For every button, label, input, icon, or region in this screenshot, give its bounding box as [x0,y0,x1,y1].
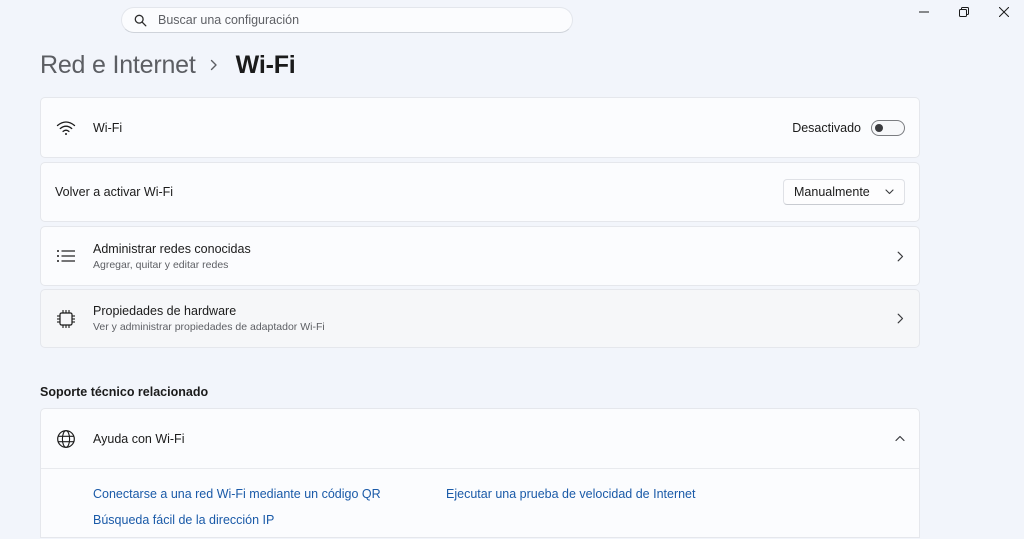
restore-button[interactable] [944,0,984,26]
wifi-help-title: Ayuda con Wi-Fi [93,431,185,446]
list-icon [55,245,77,267]
qr-connect-link[interactable]: Conectarse a una red Wi-Fi mediante un c… [93,487,381,501]
chevron-down-icon [884,187,894,197]
help-links: Conectarse a una red Wi-Fi mediante un c… [41,469,919,539]
chevron-right-icon [895,313,905,324]
dropdown-selected-value: Manualmente [794,185,870,199]
wifi-icon [55,117,77,139]
close-button[interactable] [984,0,1024,26]
wifi-help-header[interactable]: Ayuda con Wi-Fi [41,409,919,469]
close-icon [998,4,1010,22]
known-networks-subtitle: Agregar, quitar y editar redes [93,258,229,271]
chip-icon [55,308,77,330]
reactivate-wifi-dropdown[interactable]: Manualmente [783,179,905,205]
minimize-icon [919,4,929,22]
hardware-properties-card[interactable]: Propiedades de hardware Ver y administra… [40,289,920,348]
wifi-state-label: Desactivado [792,120,861,135]
breadcrumb: Red e Internet Wi-Fi [40,48,296,82]
ip-lookup-link[interactable]: Búsqueda fácil de la dirección IP [93,513,274,527]
toggle-knob [875,123,883,132]
breadcrumb-parent-link[interactable]: Red e Internet [40,51,196,80]
globe-icon [55,428,77,450]
page-title: Wi-Fi [235,50,296,79]
hardware-properties-title: Propiedades de hardware [93,304,237,318]
restore-icon [959,4,969,22]
window-controls [904,0,1024,26]
wifi-toggle[interactable] [871,119,905,136]
hardware-properties-subtitle: Ver y administrar propiedades de adaptad… [93,321,325,333]
search-box[interactable] [121,7,573,33]
reactivate-wifi-title: Volver a activar Wi-Fi [55,185,174,199]
wifi-card: Wi-Fi Desactivado [40,97,920,158]
search-icon [133,13,147,27]
reactivate-wifi-card: Volver a activar Wi-Fi Manualmente [40,162,920,222]
wifi-help-card: Ayuda con Wi-Fi Conectarse a una red Wi-… [40,408,920,538]
search-input[interactable] [158,13,558,27]
chevron-right-icon [210,58,220,72]
related-support-heading: Soporte técnico relacionado [40,385,209,399]
known-networks-title: Administrar redes conocidas [93,241,251,256]
chevron-right-icon [895,251,905,261]
speed-test-link[interactable]: Ejecutar una prueba de velocidad de Inte… [446,487,695,501]
known-networks-card[interactable]: Administrar redes conocidas Agregar, qui… [40,226,920,286]
minimize-button[interactable] [904,0,944,26]
chevron-up-icon [895,434,905,444]
wifi-title: Wi-Fi [93,120,123,135]
